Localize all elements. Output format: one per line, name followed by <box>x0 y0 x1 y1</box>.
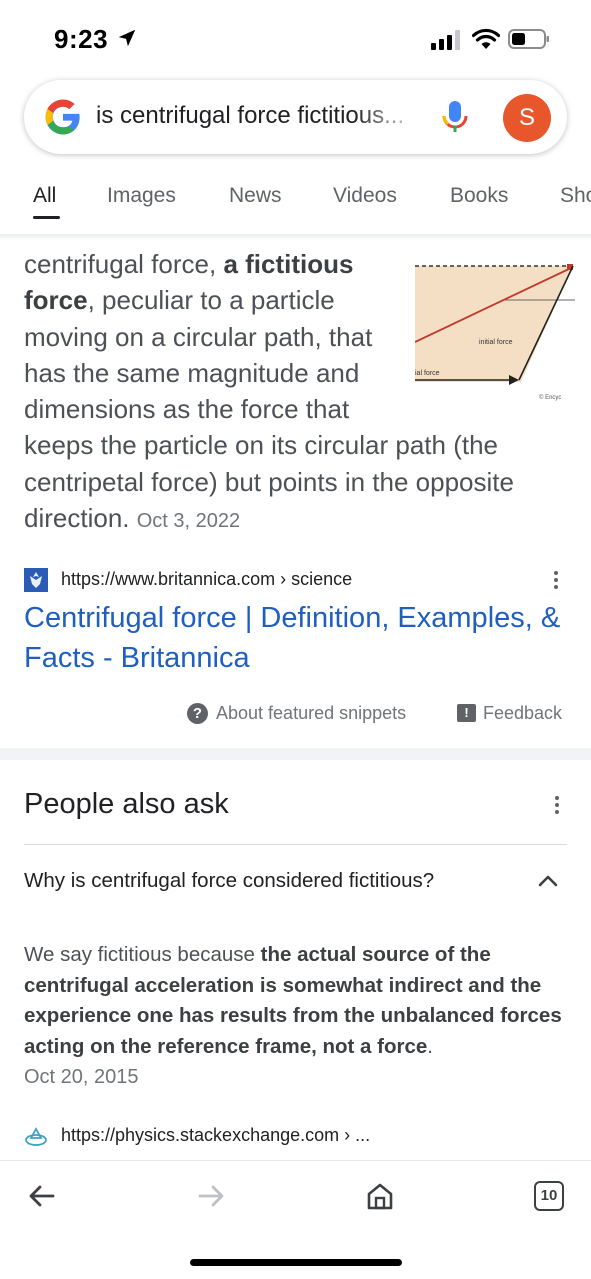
snippet-diagram-image[interactable]: initial force ial force © Encyc <box>415 254 575 404</box>
more-options-icon[interactable] <box>553 569 559 591</box>
tab-shopping[interactable]: Sho <box>560 184 591 208</box>
paa-source[interactable]: https://physics.stackexchange.com › ... <box>24 1122 569 1150</box>
forward-arrow-icon[interactable] <box>196 1181 226 1211</box>
snippet-footer: ? About featured snippets ! Feedback <box>0 702 591 728</box>
britannica-favicon-icon <box>24 568 48 592</box>
tab-all[interactable]: All <box>33 184 56 208</box>
feedback-icon[interactable]: ! <box>457 704 476 722</box>
google-g-logo-icon <box>45 99 80 135</box>
paa-more-options-icon[interactable] <box>554 794 560 816</box>
back-arrow-icon[interactable] <box>27 1181 57 1211</box>
active-tab-indicator <box>33 216 60 219</box>
result-source[interactable]: https://www.britannica.com › science <box>24 566 569 594</box>
tab-switcher-button[interactable]: 10 <box>534 1181 564 1211</box>
home-icon[interactable] <box>365 1181 395 1211</box>
paa-answer: We say fictitious because the actual sou… <box>24 940 569 1093</box>
search-text-fade <box>354 94 424 140</box>
paa-question[interactable]: Why is centrifugal force considered fict… <box>24 869 434 893</box>
feedback-link[interactable]: Feedback <box>483 703 562 724</box>
people-also-ask-heading: People also ask <box>24 788 229 820</box>
status-time: 9:23 <box>54 24 109 54</box>
tabs-shadow <box>0 234 591 240</box>
featured-snippet: initial force ial force © Encyc centrifu… <box>24 246 575 539</box>
search-tabs: All Images News Videos Books Sho <box>0 168 591 232</box>
battery-icon <box>508 29 549 49</box>
diagram-label-tial-force: ial force <box>415 370 440 377</box>
paa-answer-text-2: . <box>427 1034 433 1058</box>
paa-answer-date: Oct 20, 2015 <box>24 1066 139 1088</box>
snippet-date: Oct 3, 2022 <box>136 510 241 533</box>
about-featured-snippets-link[interactable]: About featured snippets <box>216 703 406 724</box>
paa-answer-text-1: We say fictitious because <box>24 943 261 966</box>
result-url[interactable]: https://www.britannica.com › science <box>61 569 352 590</box>
wifi-icon <box>472 28 500 49</box>
microphone-icon[interactable] <box>440 100 470 136</box>
cellular-signal-icon <box>431 30 460 50</box>
help-icon[interactable]: ? <box>187 703 208 724</box>
home-indicator[interactable] <box>190 1259 402 1266</box>
diagram-credit: © Encyc <box>539 394 561 401</box>
result-title-link[interactable]: Centrifugal force | Definition, Examples… <box>24 598 569 678</box>
snippet-text-1: centrifugal force, <box>24 249 224 279</box>
search-box[interactable]: is centrifugal force fictitious... S <box>24 80 567 154</box>
location-arrow-icon <box>118 29 136 47</box>
stackexchange-favicon-icon <box>25 1127 47 1146</box>
section-divider <box>0 748 591 760</box>
tab-videos[interactable]: Videos <box>333 184 397 208</box>
status-bar: 9:23 <box>0 0 591 78</box>
account-avatar[interactable]: S <box>503 94 551 142</box>
tab-news[interactable]: News <box>229 184 282 208</box>
paa-divider <box>24 844 567 845</box>
tab-books[interactable]: Books <box>450 184 508 208</box>
diagram-label-initial-force: initial force <box>479 339 513 346</box>
chevron-up-icon[interactable] <box>537 872 559 888</box>
paa-source-url[interactable]: https://physics.stackexchange.com › ... <box>61 1125 370 1146</box>
tab-images[interactable]: Images <box>107 184 176 208</box>
